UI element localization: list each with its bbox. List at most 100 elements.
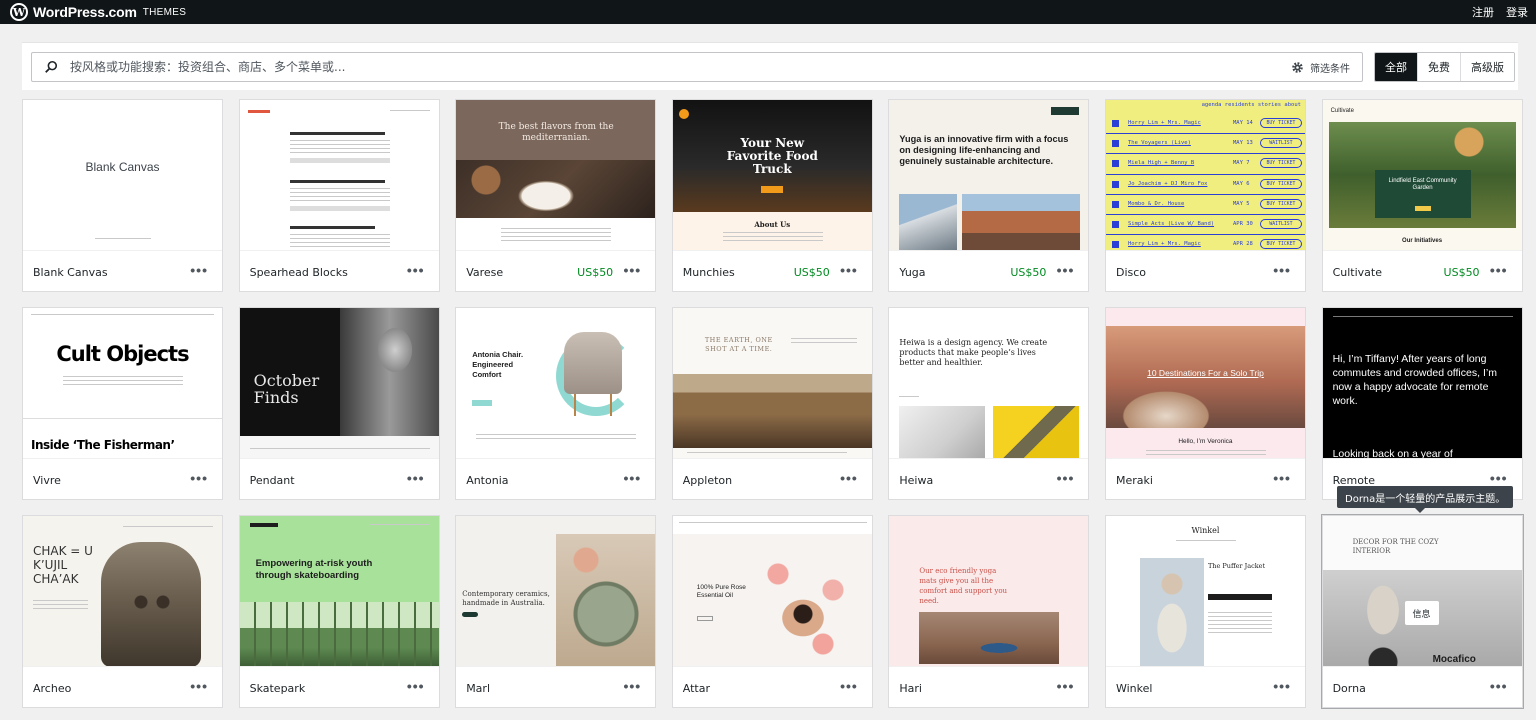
theme-card-appleton[interactable]: THE EARTH, ONE SHOT AT A TIME. Appleton … [671,307,873,500]
theme-card-meraki[interactable]: 10 Destinations For a Solo Trip Hello, I… [1104,307,1306,500]
more-options-button[interactable]: ••• [1273,471,1291,485]
preview-hero-line: Favorite Food [726,149,818,163]
event-act: Simple Acts (Live W/ Band) [1127,220,1215,227]
theme-card-vivre[interactable]: Cult Objects Inside ‘The Fisherman’ Vivr… [22,307,223,500]
preview-chair-photo [564,332,623,394]
more-options-button[interactable]: ••• [407,471,425,485]
more-options-button[interactable]: ••• [190,679,208,693]
theme-tooltip: Dorna是一个轻量的产品展示主题。 [1337,486,1514,513]
preview-nav [369,524,430,526]
theme-card-munchies[interactable]: Your New Favorite Food Truck About Us Mu… [671,99,873,292]
theme-preview: Cult Objects Inside ‘The Fisherman’ [23,308,222,459]
more-options-button[interactable]: ••• [623,263,641,277]
preview-nav [123,526,213,528]
theme-card-attar[interactable]: 100% Pure Rose Essential Oil Attar ••• [671,515,873,708]
theme-name: Antonia [466,473,509,487]
login-link[interactable]: 登录 [1506,4,1528,20]
more-options-button[interactable]: ••• [1273,679,1291,693]
theme-card-skatepark[interactable]: Empowering at-risk youth through skatebo… [238,515,440,708]
preview-cta [760,186,783,193]
theme-price: US$50 [1010,265,1047,279]
theme-card-heiwa[interactable]: Heiwa is a design agency. We create prod… [888,307,1090,500]
preview-nav [1175,540,1236,542]
theme-card-dorna[interactable]: DECOR FOR THE COZY INTERIOR 信息 Mocafico … [1320,514,1524,709]
preview-event-row: Jo Joachim + DJ Miro Fox MAY 6 BUY TICKET [1105,175,1305,195]
event-ticket-button: WAITLIST [1259,218,1302,229]
event-thumbnail-icon [1111,220,1119,228]
preview-caption [686,452,847,455]
preview-event-row: Simple Acts (Live W/ Band) APR 30 WAITLIST [1105,215,1305,236]
theme-card-winkel[interactable]: Winkel The Puffer Jacket Winkel ••• [1104,515,1306,708]
gear-icon [1292,61,1303,73]
event-act: Horry Lim + Mrs. Magic [1127,241,1201,248]
more-options-button[interactable]: ••• [840,679,858,693]
preview-divider [23,418,222,419]
preview-cta [472,400,493,406]
event-date: MAY 13 [1232,140,1253,147]
preview-ceramics-photo [556,534,656,666]
theme-card-remote[interactable]: Hi, I’m Tiffany! After years of long com… [1321,307,1523,500]
more-options-button[interactable]: ••• [407,263,425,277]
event-act: The Voyagers (Live) [1127,140,1191,147]
preview-hero-line: Truck [752,162,792,176]
tier-free-button[interactable]: 免费 [1417,53,1460,81]
preview-text [1145,450,1266,455]
filter-label: 筛选条件 [1310,63,1350,75]
theme-name: Vivre [33,473,61,487]
more-options-button[interactable]: ••• [190,263,208,277]
more-options-button[interactable]: ••• [623,679,641,693]
theme-name: Hari [899,681,922,695]
search-box: 筛选条件 [31,52,1363,82]
theme-card-varese[interactable]: The best flavors from the mediterranian.… [455,99,657,292]
more-options-button[interactable]: ••• [1490,471,1508,485]
preview-hero-text: CHAK = U K’UJIL CHA’AK [33,544,93,586]
info-button[interactable]: 信息 [1404,601,1439,625]
register-link[interactable]: 注册 [1472,4,1494,20]
event-date: MAY 6 [1232,180,1250,187]
theme-card-archeo[interactable]: CHAK = U K’UJIL CHA’AK Archeo ••• [22,515,223,708]
account-links: 注册 登录 [1472,0,1528,24]
more-options-button[interactable]: ••• [1490,679,1508,693]
more-options-button[interactable]: ••• [1057,263,1075,277]
event-act: Jo Joachim + DJ Miro Fox [1127,180,1208,187]
more-options-button[interactable]: ••• [1273,263,1291,277]
theme-preview: Yuga is an innovative firm with a focus … [889,100,1089,251]
theme-preview: Winkel The Puffer Jacket [1105,516,1305,667]
preview-work-photo [993,406,1080,458]
preview-nav [678,522,867,524]
theme-card-pendant[interactable]: October Finds Pendant ••• [238,307,440,500]
event-date: APR 30 [1232,220,1253,227]
theme-card-marl[interactable]: Contemporary ceramics, handmade in Austr… [455,515,657,708]
preview-player [289,206,390,211]
more-options-button[interactable]: ••• [840,263,858,277]
theme-card-blank-canvas[interactable]: Blank Canvas Blank Canvas ••• [22,99,223,292]
theme-card-yuga[interactable]: Yuga is an innovative firm with a focus … [888,99,1090,292]
preview-nav [389,110,430,113]
theme-preview: 10 Destinations For a Solo Trip Hello, I… [1105,308,1305,459]
theme-card-disco[interactable]: agenda residents stories about Horry Lim… [1104,99,1306,292]
theme-preview: The best flavors from the mediterranian. [456,100,656,251]
theme-card-hari[interactable]: Our eco friendly yoga mats give you all … [888,515,1090,708]
tier-premium-button[interactable]: 高级版 [1460,53,1514,81]
theme-card-spearhead-blocks[interactable]: Spearhead Blocks ••• [238,99,440,292]
more-options-button[interactable]: ••• [840,471,858,485]
more-options-button[interactable]: ••• [1490,263,1508,277]
more-options-button[interactable]: ••• [1057,471,1075,485]
preview-park-photo [239,602,439,666]
theme-card-antonia[interactable]: Antonia Chair. Engineered Comfort Antoni… [455,307,657,500]
more-options-button[interactable]: ••• [623,471,641,485]
theme-name: Spearhead Blocks [249,265,348,279]
more-options-button[interactable]: ••• [1057,679,1075,693]
theme-card-cultivate[interactable]: Cultivate Lindfield East Community Garde… [1321,99,1523,292]
tier-all-button[interactable]: 全部 [1375,53,1417,81]
preview-heading [289,226,375,229]
preview-yoga-photo [919,612,1060,664]
more-options-button[interactable]: ••• [407,679,425,693]
brand[interactable]: W WordPress.com THEMES [10,0,186,24]
filter-button[interactable]: 筛选条件 [1291,60,1350,75]
more-options-button[interactable]: ••• [190,471,208,485]
event-thumbnail-icon [1111,120,1119,127]
preview-hero-title: Cult Objects [56,342,189,366]
search-input[interactable] [70,54,1291,80]
preview-hero-text: Contemporary ceramics, handmade in Austr… [462,590,550,607]
